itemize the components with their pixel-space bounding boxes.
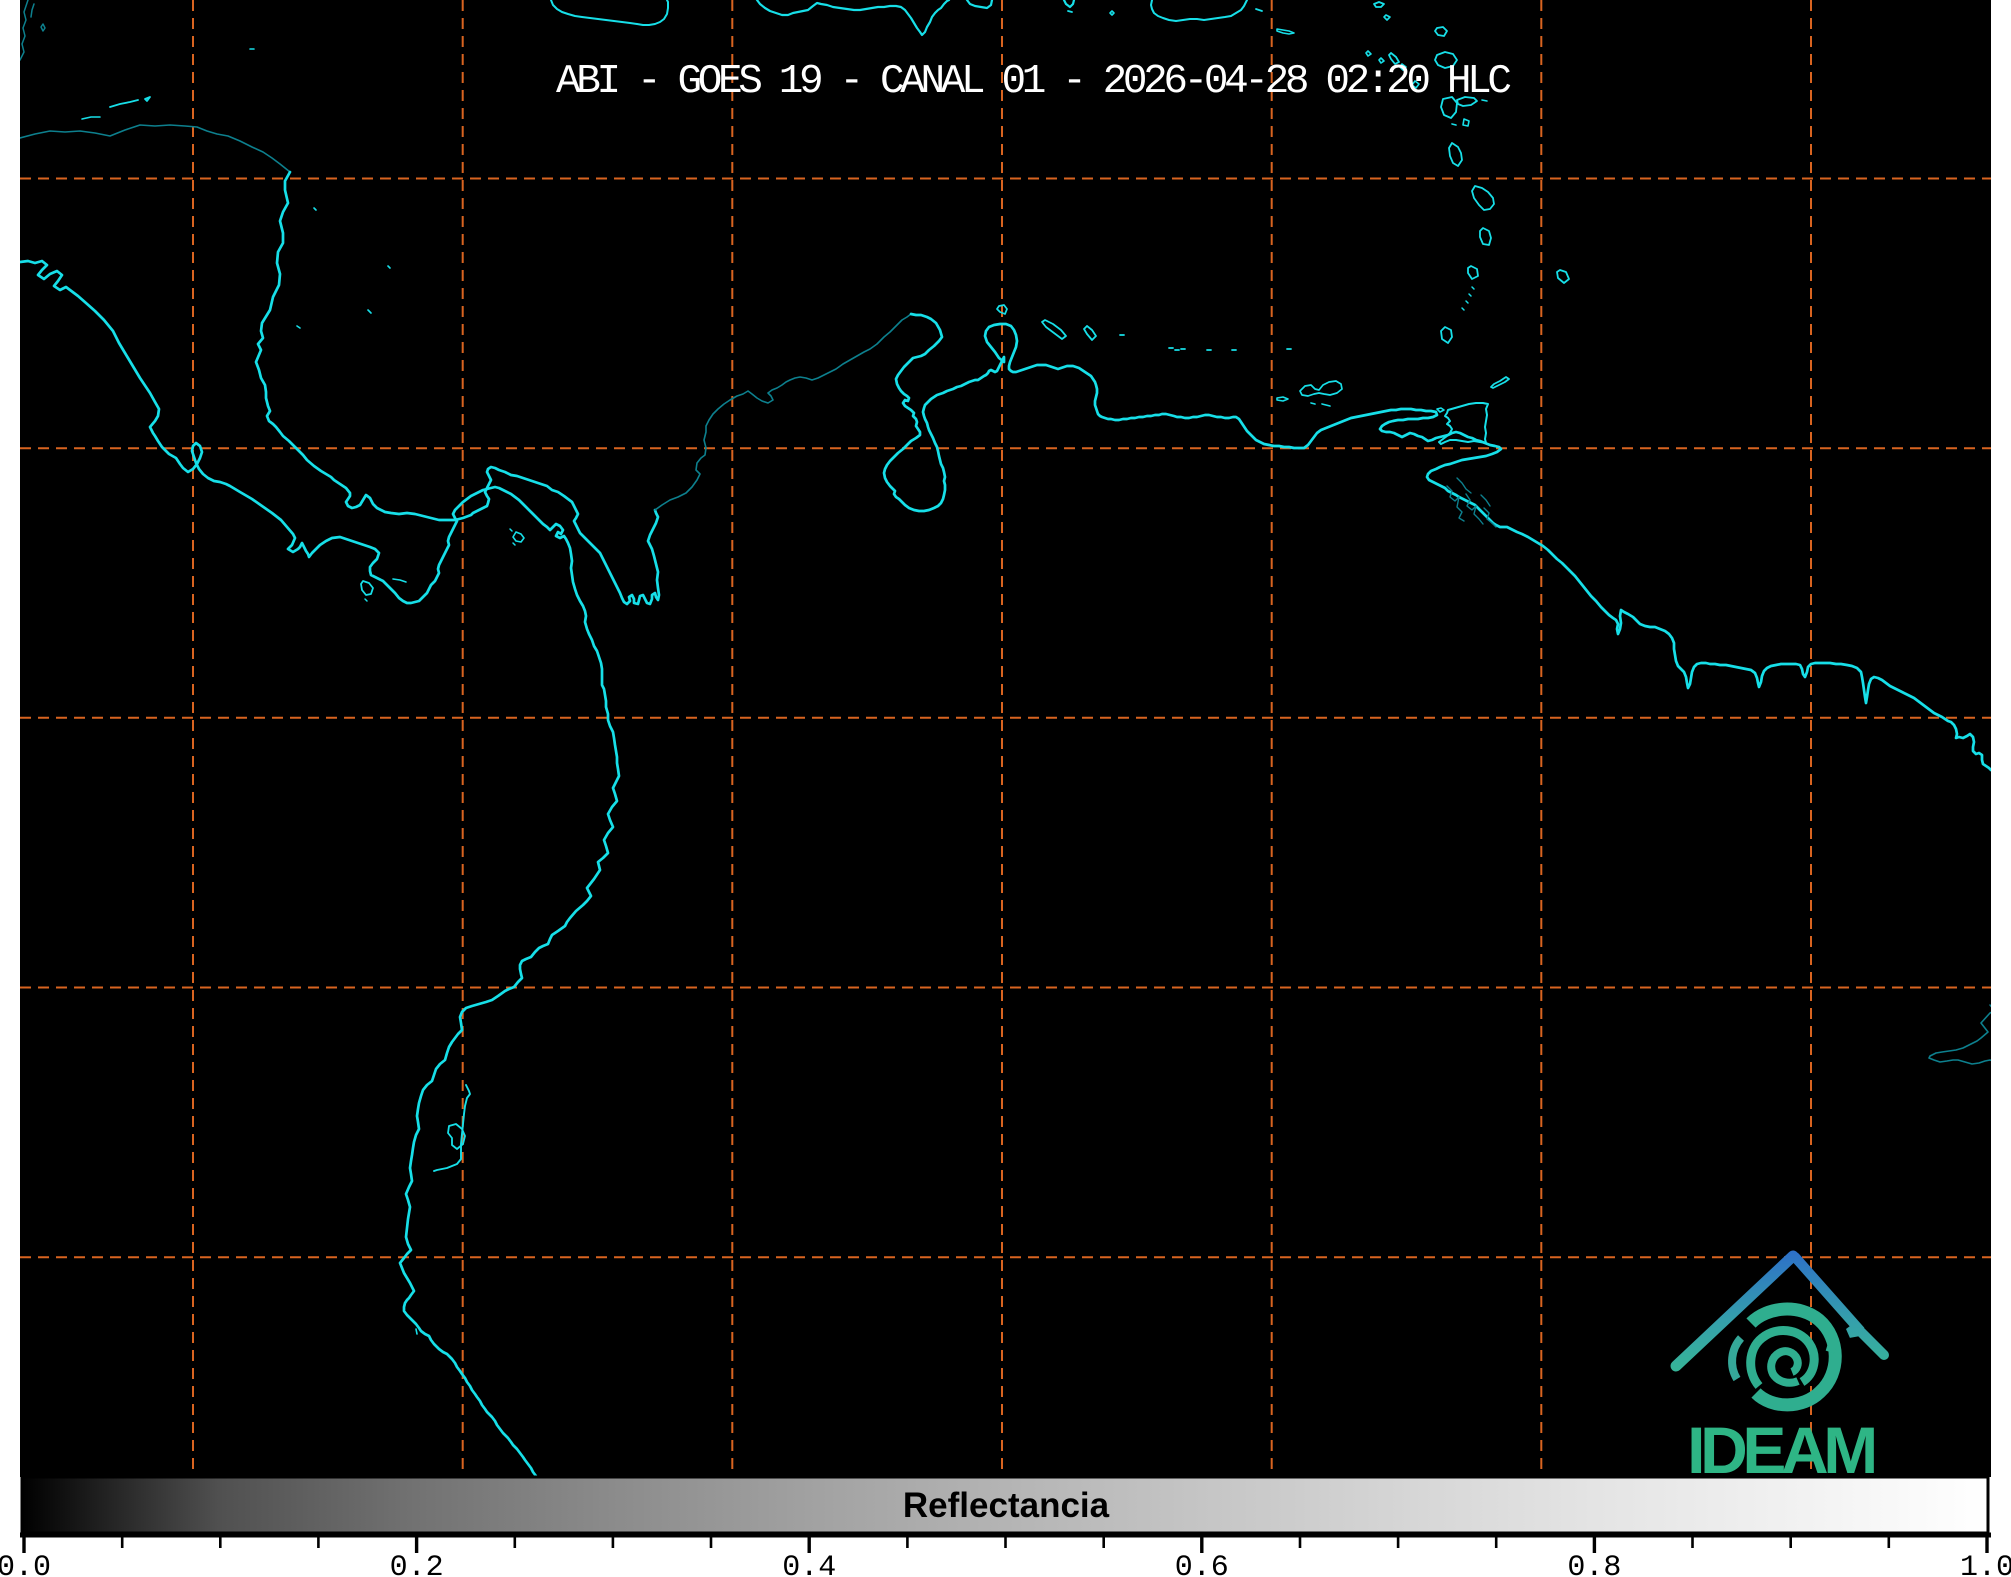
svg-text:Reflectancia: Reflectancia	[903, 1486, 1110, 1525]
svg-text:0.4: 0.4	[782, 1551, 836, 1577]
svg-text:0.2: 0.2	[390, 1551, 444, 1577]
svg-text:ABI - GOES 19 - CANAL 01 - 202: ABI - GOES 19 - CANAL 01 - 2026-04-28 02…	[556, 59, 1512, 105]
svg-text:0.0: 0.0	[0, 1551, 51, 1577]
svg-text:0.8: 0.8	[1567, 1551, 1621, 1577]
svg-text:1.0: 1.0	[1960, 1551, 2011, 1577]
svg-text:0.6: 0.6	[1175, 1551, 1229, 1577]
